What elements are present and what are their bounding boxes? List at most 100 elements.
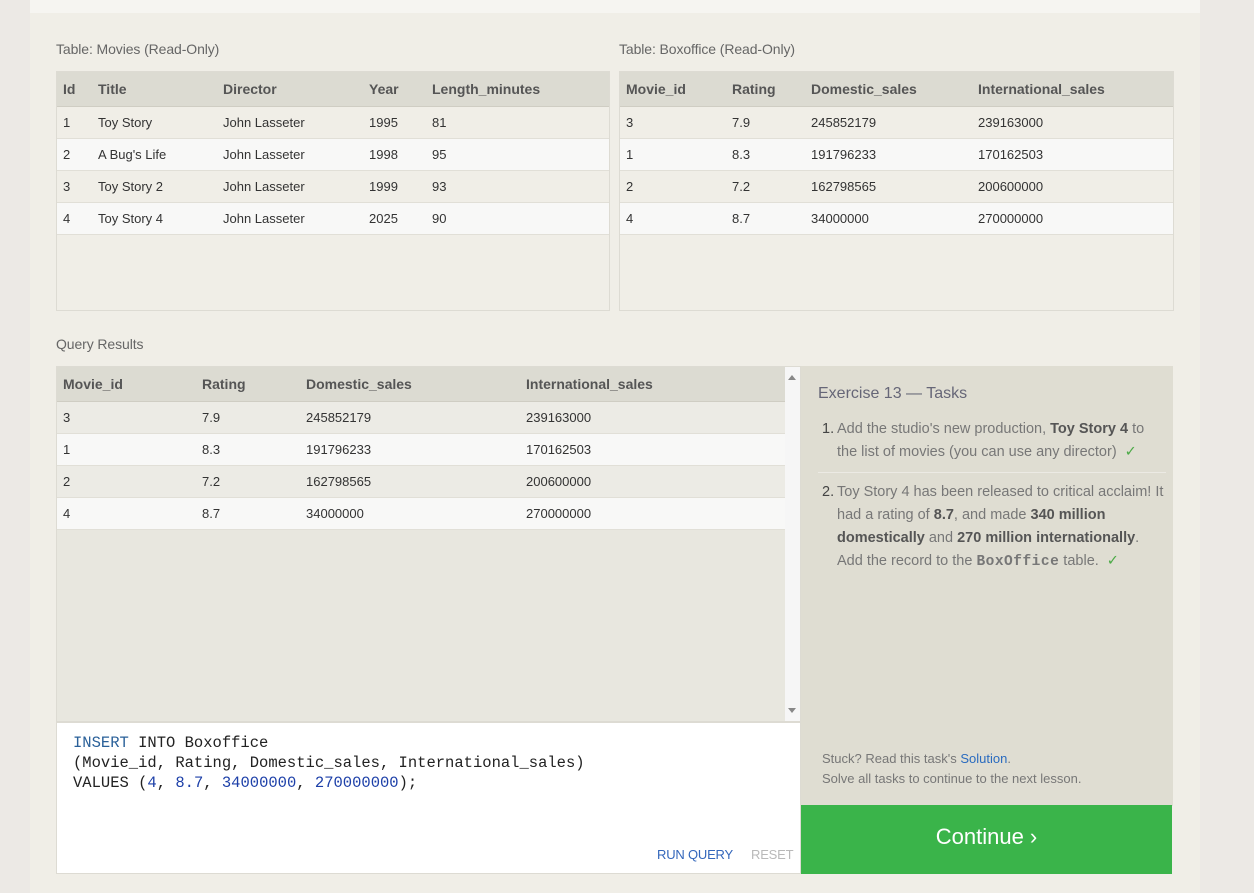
sql-editor[interactable]: INSERT INTO Boxoffice (Movie_id, Rating,… [56, 722, 801, 874]
scroll-up-arrow-icon[interactable] [788, 375, 796, 380]
column-header-domestic-sales: Domestic_sales [300, 367, 520, 402]
table-cell: Toy Story [92, 106, 217, 139]
table-cell: 2025 [363, 202, 426, 235]
table-cell: 245852179 [300, 401, 520, 434]
table-cell: 2 [57, 138, 92, 171]
help-text-prefix: Stuck? Read this task's [822, 751, 961, 766]
task-text: and [924, 530, 958, 546]
column-header-domestic-sales: Domestic_sales [805, 72, 972, 107]
table-cell: John Lasseter [217, 138, 363, 171]
table-cell: 2 [620, 170, 726, 203]
table-cell: 7.2 [726, 170, 805, 203]
table-cell: 4 [620, 202, 726, 235]
table-row: 4 8.7 34000000 270000000 [57, 497, 785, 530]
solve-all-text: Solve all tasks to continue to the next … [822, 771, 1082, 786]
table-cell: 200600000 [972, 170, 1173, 203]
column-header-movie-id: Movie_id [620, 72, 726, 107]
table-cell: 81 [426, 106, 609, 139]
table-cell: 1999 [363, 170, 426, 203]
table-cell: Toy Story 4 [92, 202, 217, 235]
table-cell: 270000000 [972, 202, 1173, 235]
table-cell: 1998 [363, 138, 426, 171]
movies-header-row: Id Title Director Year Length_minutes [57, 72, 609, 107]
column-header-movie-id: Movie_id [57, 367, 196, 402]
task-bold-text: 8.7 [933, 507, 954, 523]
reset-button[interactable]: RESET [751, 847, 794, 862]
table-cell: 1 [57, 106, 92, 139]
table-cell: 7.2 [196, 465, 300, 498]
task-item: 1. Add the studio's new production, Toy S… [818, 418, 1166, 473]
table-cell: 162798565 [300, 465, 520, 498]
table-cell: 4 [57, 497, 196, 530]
sql-text: INTO Boxoffice [128, 734, 269, 752]
sql-text: ); [398, 774, 418, 792]
table-row: 4 Toy Story 4 John Lasseter 2025 90 [57, 202, 609, 235]
table-row: 4 8.7 34000000 270000000 [620, 202, 1173, 235]
task-text: , and made [953, 507, 1031, 523]
query-results-table: Movie_id Rating Domestic_sales Internati… [57, 367, 785, 530]
column-header-rating: Rating [196, 367, 300, 402]
table-cell: 191796233 [805, 138, 972, 171]
continue-button[interactable]: Continue › [801, 805, 1172, 874]
boxoffice-header-row: Movie_id Rating Domestic_sales Internati… [620, 72, 1173, 107]
task-number: 2. [822, 484, 835, 500]
table-cell: 2 [57, 465, 196, 498]
task-text: table. [1059, 553, 1099, 569]
table-cell: 3 [57, 401, 196, 434]
sql-number: 8.7 [175, 774, 204, 792]
table-cell: 8.7 [196, 497, 300, 530]
table-cell: 8.7 [726, 202, 805, 235]
table-row: 2 7.2 162798565 200600000 [57, 465, 785, 498]
table-cell: 3 [620, 106, 726, 139]
table-row: 3 Toy Story 2 John Lasseter 1999 93 [57, 170, 609, 203]
checkmark-icon: ✓ [1106, 553, 1119, 569]
boxoffice-table-caption: Table: Boxoffice (Read-Only) [619, 41, 795, 57]
sql-text: (Movie_id, Rating, Domestic_sales, Inter… [73, 754, 585, 772]
table-cell: 8.3 [196, 433, 300, 466]
table-cell: 162798565 [805, 170, 972, 203]
movies-table: Id Title Director Year Length_minutes 1 … [57, 72, 609, 235]
table-cell: 34000000 [300, 497, 520, 530]
sql-editor-code[interactable]: INSERT INTO Boxoffice (Movie_id, Rating,… [73, 733, 585, 793]
table-cell: 34000000 [805, 202, 972, 235]
table-cell: 170162503 [520, 433, 785, 466]
checkmark-icon: ✓ [1124, 444, 1137, 460]
table-cell: 8.3 [726, 138, 805, 171]
column-header-year: Year [363, 72, 426, 107]
table-cell: 245852179 [805, 106, 972, 139]
task-list: 1. Add the studio's new production, Toy S… [818, 418, 1166, 574]
movies-table-caption: Table: Movies (Read-Only) [56, 41, 220, 57]
column-header-director: Director [217, 72, 363, 107]
table-cell: 239163000 [520, 401, 785, 434]
task-code-text: BoxOffice [976, 554, 1060, 570]
table-cell: 270000000 [520, 497, 785, 530]
sql-number: 270000000 [314, 774, 399, 792]
solution-link[interactable]: Solution [960, 751, 1007, 766]
table-row: 3 7.9 245852179 239163000 [57, 401, 785, 434]
table-cell: John Lasseter [217, 170, 363, 203]
task-item: 2. Toy Story 4 has been released to criti… [818, 473, 1166, 574]
table-row: 3 7.9 245852179 239163000 [620, 106, 1173, 139]
table-row: 2 A Bug's Life John Lasseter 1998 95 [57, 138, 609, 171]
column-header-international-sales: International_sales [520, 367, 785, 402]
top-strip [30, 0, 1200, 13]
table-row: 1 8.3 191796233 170162503 [620, 138, 1173, 171]
table-cell: A Bug's Life [92, 138, 217, 171]
table-cell: 93 [426, 170, 609, 203]
task-number: 1. [822, 421, 835, 437]
help-text-suffix: . [1007, 751, 1011, 766]
run-query-button[interactable]: RUN QUERY [657, 847, 733, 862]
table-row: 1 8.3 191796233 170162503 [57, 433, 785, 466]
results-scrollbar[interactable] [785, 367, 800, 721]
table-cell: 90 [426, 202, 609, 235]
scroll-down-arrow-icon[interactable] [788, 708, 796, 713]
table-cell: 1 [57, 433, 196, 466]
table-cell: Toy Story 2 [92, 170, 217, 203]
column-header-international-sales: International_sales [972, 72, 1173, 107]
table-cell: 239163000 [972, 106, 1173, 139]
sql-text: VALUES ( [73, 774, 148, 792]
task-text: Add the studio's new production, [837, 421, 1051, 437]
table-row: 2 7.2 162798565 200600000 [620, 170, 1173, 203]
table-cell: 200600000 [520, 465, 785, 498]
column-header-rating: Rating [726, 72, 805, 107]
